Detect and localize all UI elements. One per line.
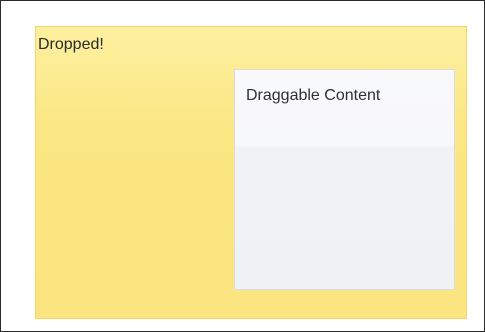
draggable-box[interactable]: Draggable Content	[234, 69, 455, 290]
drop-status-text: Dropped!	[38, 36, 104, 53]
demo-frame: Dropped! Draggable Content	[0, 0, 485, 332]
draggable-label: Draggable Content	[246, 87, 381, 104]
drop-target[interactable]: Dropped! Draggable Content	[35, 26, 467, 319]
